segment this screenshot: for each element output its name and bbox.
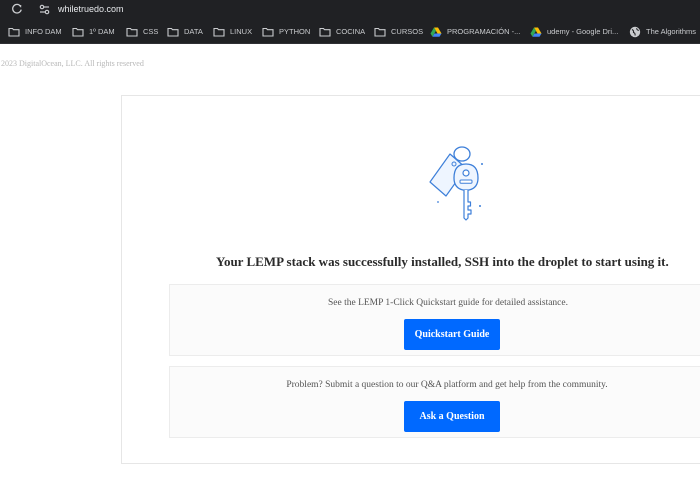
bookmark-udemy-drive[interactable]: udemy - Google Dri... <box>530 25 618 39</box>
bookmark-label: CURSOS <box>391 27 424 36</box>
bookmark-the-algorithms[interactable]: The Algorithms <box>629 25 696 39</box>
folder-icon <box>126 27 138 37</box>
bookmark-label: DATA <box>184 27 203 36</box>
folder-icon <box>167 27 179 37</box>
quickstart-guide-button[interactable]: Quickstart Guide <box>404 319 500 350</box>
bookmark-css[interactable]: CSS <box>126 25 158 39</box>
copyright-text: 2023 DigitalOcean, LLC. All rights reser… <box>1 59 144 68</box>
bookmark-data[interactable]: DATA <box>167 25 203 39</box>
google-drive-icon <box>530 27 542 37</box>
folder-icon <box>213 27 225 37</box>
ask-question-button[interactable]: Ask a Question <box>404 401 500 432</box>
bookmark-label: udemy - Google Dri... <box>547 27 619 36</box>
url-text[interactable]: whiletruedo.com <box>58 3 124 15</box>
bookmark-1-dam[interactable]: 1º DAM <box>72 25 115 39</box>
folder-icon <box>374 27 386 37</box>
bookmark-linux[interactable]: LINUX <box>213 25 252 39</box>
community-panel: Problem? Submit a question to our Q&A pl… <box>169 366 700 438</box>
welcome-card: Your LEMP stack was successfully install… <box>121 95 700 464</box>
folder-icon <box>319 27 331 37</box>
bookmark-cocina[interactable]: COCINA <box>319 25 365 39</box>
browser-address-bar: whiletruedo.com <box>0 0 700 19</box>
community-text: Problem? Submit a question to our Q&A pl… <box>286 380 608 390</box>
quickstart-panel: See the LEMP 1-Click Quickstart guide fo… <box>169 284 700 356</box>
globe-icon <box>629 26 641 38</box>
bookmark-programacion[interactable]: PROGRAMACIÓN -... <box>430 25 520 39</box>
bookmark-label: 1º DAM <box>89 27 115 36</box>
quickstart-text: See the LEMP 1-Click Quickstart guide fo… <box>328 298 568 308</box>
bookmark-cursos[interactable]: CURSOS <box>374 25 423 39</box>
bookmark-label: The Algorithms <box>646 27 697 36</box>
bookmark-label: CSS <box>143 27 159 36</box>
folder-icon <box>262 27 274 37</box>
bookmark-info-dam[interactable]: INFO DAM <box>8 25 62 39</box>
bookmark-label: PYTHON <box>279 27 311 36</box>
reload-icon[interactable] <box>10 2 24 16</box>
google-drive-icon <box>430 27 442 37</box>
bookmarks-bar: INFO DAM 1º DAM CSS DATA LINUX PYTHON CO… <box>0 19 700 44</box>
success-headline: Your LEMP stack was successfully install… <box>216 254 669 269</box>
bookmark-label: COCINA <box>336 27 366 36</box>
key-illustration-icon <box>429 146 483 221</box>
folder-icon <box>8 27 20 37</box>
bookmark-label: LINUX <box>230 27 253 36</box>
bookmark-label: PROGRAMACIÓN -... <box>447 27 521 36</box>
site-info-icon[interactable] <box>37 2 52 17</box>
bookmark-python[interactable]: PYTHON <box>262 25 310 39</box>
folder-icon <box>72 27 84 37</box>
bookmark-label: INFO DAM <box>25 27 62 36</box>
